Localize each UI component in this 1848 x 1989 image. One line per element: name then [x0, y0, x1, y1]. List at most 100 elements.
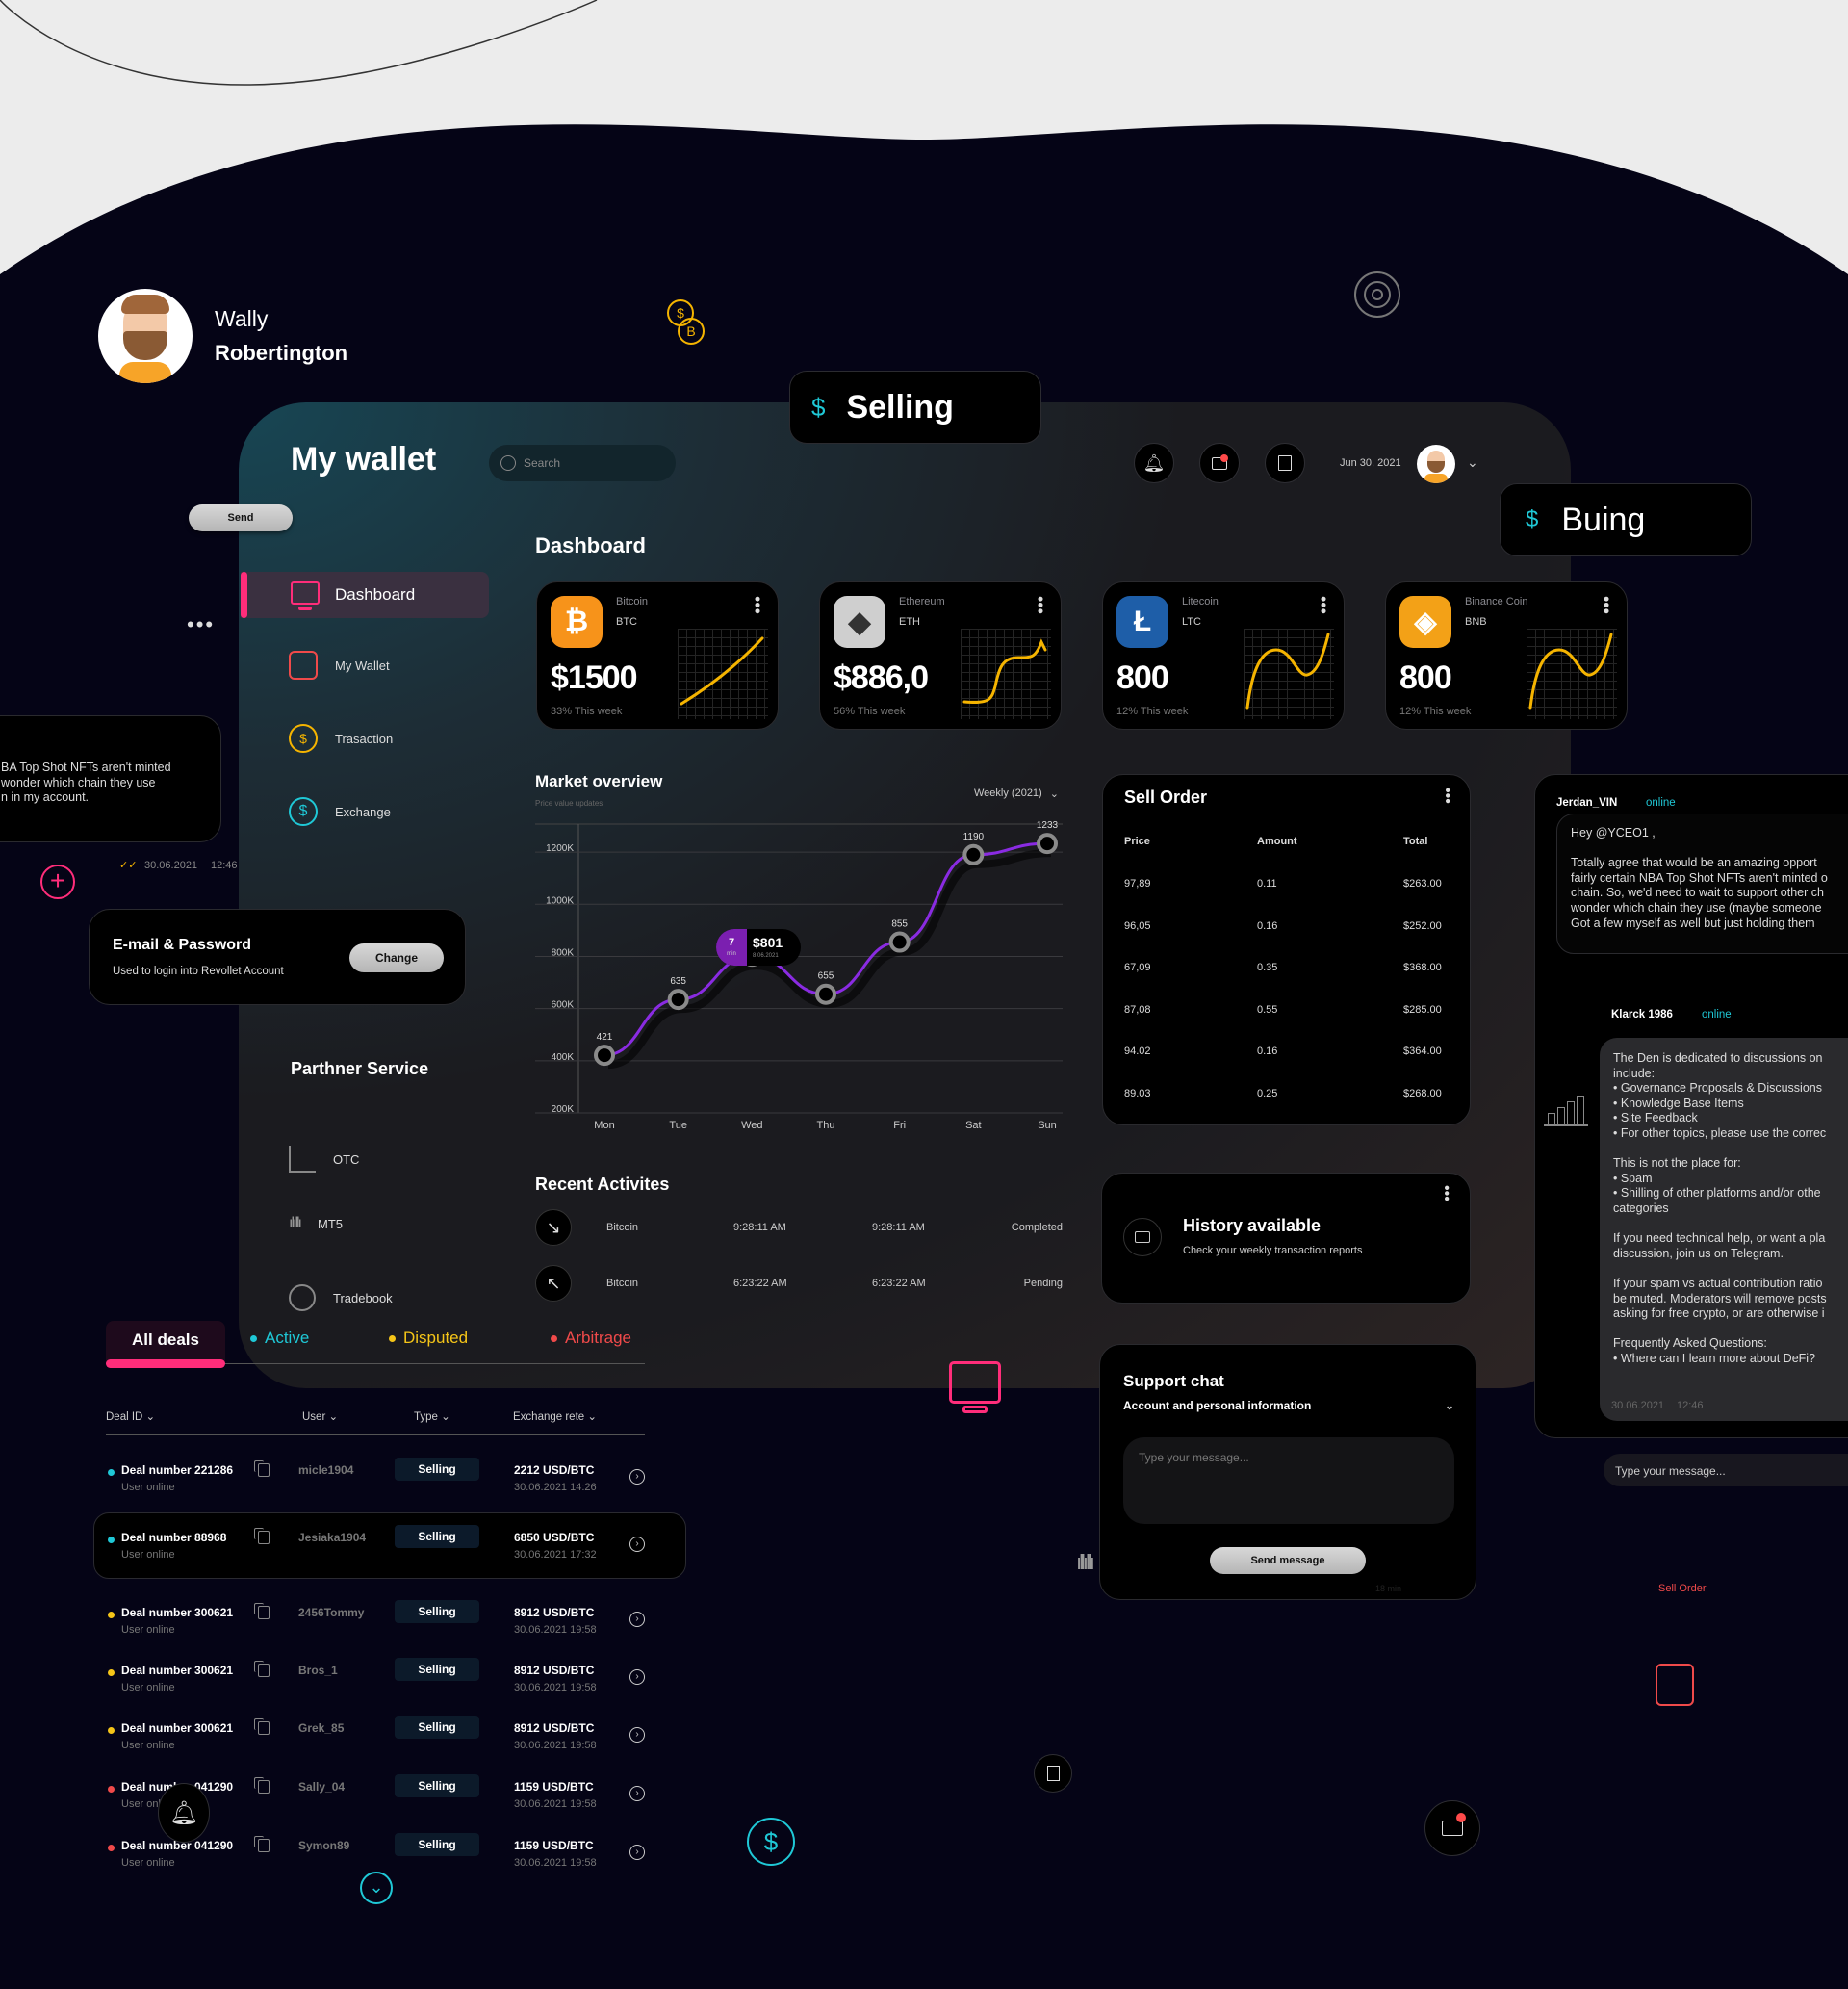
gifts-button[interactable] — [1265, 443, 1305, 483]
dial-icon — [1354, 271, 1400, 318]
amount: 0.11 — [1257, 878, 1277, 890]
deal-row[interactable]: Deal number 300621 User online Grek_85 S… — [106, 1716, 645, 1779]
data-label: 1190 — [963, 832, 985, 842]
support-title: Support chat — [1123, 1372, 1224, 1390]
chevron-right-icon[interactable]: › — [629, 1612, 645, 1627]
chevron-right-icon[interactable]: › — [629, 1669, 645, 1685]
deal-row[interactable]: Deal number 300621 User online Bros_1 Se… — [106, 1658, 645, 1721]
deal-row[interactable]: Deal number 221286 User online micle1904… — [106, 1458, 645, 1521]
activity-row[interactable]: ↖ Bitcoin 6:23:22 AM 6:23:22 AM Pending — [535, 1265, 1063, 1304]
chat-date: 30.06.2021 — [1611, 1400, 1665, 1411]
gift-float-button[interactable] — [1034, 1754, 1072, 1793]
deal-type-badge: Selling — [395, 1658, 479, 1681]
sparkline-path — [680, 636, 764, 706]
sell-order-link[interactable]: Sell Order — [1658, 1583, 1707, 1594]
scroll-down-button[interactable]: ⌄ — [360, 1872, 393, 1904]
send-message-button[interactable]: Send message — [1210, 1547, 1366, 1574]
deals-tab-all-deals[interactable]: All deals — [106, 1321, 225, 1363]
header-avatar[interactable] — [1417, 445, 1455, 483]
messages-button[interactable] — [1199, 443, 1240, 483]
column-header-0[interactable]: Deal ID ⌄ — [106, 1409, 155, 1423]
add-circle-button[interactable]: + — [40, 865, 75, 899]
sell-order-menu-icon[interactable]: ••• — [1439, 788, 1455, 804]
sidebar-item-my-wallet[interactable]: My Wallet — [289, 651, 390, 680]
deal-type-badge: Selling — [395, 1774, 479, 1797]
change-button[interactable]: Change — [349, 943, 444, 972]
coin-menu-icon[interactable]: ••• — [748, 596, 767, 614]
soundwave-icon: ıllıllı — [1076, 1550, 1095, 1574]
partner-item-tradebook[interactable]: Tradebook — [289, 1284, 393, 1311]
more-dots-icon[interactable]: ••• — [187, 612, 215, 637]
gift-icon — [1278, 455, 1292, 471]
eth-logo-icon: ◆ — [834, 596, 886, 648]
column-header-3[interactable]: Exchange rete ⌄ — [513, 1409, 597, 1423]
history-card[interactable]: History available Check your weekly tran… — [1101, 1173, 1471, 1304]
deal-type-badge: Selling — [395, 1716, 479, 1739]
support-message-input[interactable]: Type your message... — [1123, 1437, 1454, 1524]
sidebar-item-dashboard[interactable]: Dashboard — [241, 572, 489, 618]
sidebar-item-exchange[interactable]: $ Exchange — [289, 797, 391, 826]
notification-bell-float[interactable]: 🔔︎ — [158, 1783, 210, 1843]
copy-icon[interactable] — [254, 1603, 270, 1619]
deal-date: 30.06.2021 19:58 — [514, 1857, 597, 1869]
email-password-card: E-mail & Password Used to login into Rev… — [89, 909, 466, 1005]
copy-icon[interactable] — [254, 1777, 270, 1794]
chevron-right-icon[interactable]: › — [629, 1845, 645, 1860]
coin-name: Binance Coin — [1465, 596, 1528, 607]
chevron-right-icon[interactable]: › — [629, 1469, 645, 1485]
buying-tag[interactable]: $ Buing — [1500, 483, 1752, 556]
deals-tab-disputed[interactable]: Disputed — [389, 1329, 468, 1348]
chat-message-1: Hey @YCEO1 , Totally agree that would be… — [1556, 814, 1848, 954]
chat-float-button[interactable] — [1424, 1800, 1480, 1856]
coin-card-bnb[interactable]: ◈ Binance Coin BNB ••• 800 12% This week — [1385, 581, 1628, 730]
copy-icon[interactable] — [254, 1718, 270, 1735]
deal-id: Deal number 88968 — [121, 1531, 227, 1544]
coin-menu-icon[interactable]: ••• — [1031, 596, 1050, 614]
y-tick-label: 200K — [552, 1104, 575, 1115]
coin-menu-icon[interactable]: ••• — [1597, 596, 1616, 614]
arrow-down-right-icon: ↘ — [535, 1209, 572, 1246]
column-header-1[interactable]: User ⌄ — [302, 1409, 338, 1423]
selling-tag[interactable]: $ Selling — [789, 371, 1041, 444]
copy-icon[interactable] — [254, 1836, 270, 1852]
chevron-right-icon[interactable]: › — [629, 1537, 645, 1552]
notifications-button[interactable]: 🔔︎ — [1134, 443, 1174, 483]
monitor-chart-icon — [947, 1361, 1003, 1417]
chat-input-placeholder: Type your message... — [1615, 1464, 1726, 1478]
deal-row[interactable]: Deal number 88968 User online Jesiaka190… — [106, 1525, 645, 1589]
search-input[interactable]: Search — [489, 445, 676, 481]
partner-item-otc[interactable]: OTC — [289, 1146, 359, 1173]
deal-row[interactable]: Deal number 300621 User online 2456Tommy… — [106, 1600, 645, 1664]
deals-tab-active[interactable]: Active — [250, 1329, 309, 1348]
deal-date: 30.06.2021 19:58 — [514, 1624, 597, 1636]
tooltip-unit: min — [727, 951, 736, 957]
copy-icon[interactable] — [254, 1528, 270, 1544]
sidebar-item-transaction[interactable]: $ Trasaction — [289, 724, 393, 753]
coin-sparkline — [1527, 629, 1617, 719]
chevron-right-icon[interactable]: › — [629, 1727, 645, 1743]
history-menu-icon[interactable]: ••• — [1438, 1185, 1454, 1201]
partner-item-mt5[interactable]: ılıllı MT5 — [289, 1215, 343, 1232]
sidebar-item-label: Exchange — [335, 804, 391, 819]
support-topic-dropdown[interactable]: Account and personal information ⌄ — [1123, 1399, 1454, 1412]
support-chat-card: Support chat Account and personal inform… — [1099, 1344, 1476, 1600]
wallet-icon — [289, 651, 318, 680]
send-button[interactable]: Send — [189, 504, 293, 531]
activity-row[interactable]: ↘ Bitcoin 9:28:11 AM 9:28:11 AM Complete… — [535, 1209, 1063, 1248]
copy-icon[interactable] — [254, 1460, 270, 1477]
copy-icon[interactable] — [254, 1661, 270, 1677]
profile-avatar[interactable] — [98, 289, 192, 383]
deal-user: micle1904 — [298, 1463, 354, 1477]
chat-message-input[interactable]: Type your message... — [1604, 1454, 1848, 1486]
coin-card-eth[interactable]: ◆ Ethereum ETH ••• $886,0 56% This week — [819, 581, 1062, 730]
coin-card-btc[interactable]: ₿ Bitcoin BTC ••• $1500 33% This week — [536, 581, 779, 730]
chevron-right-icon[interactable]: › — [629, 1786, 645, 1801]
deals-tab-arbitrage[interactable]: Arbitrage — [551, 1329, 631, 1348]
column-header-2[interactable]: Type ⌄ — [414, 1409, 450, 1423]
chat-user1: Jerdan_VIN — [1556, 797, 1618, 809]
partner-service-title: Parthner Service — [291, 1059, 429, 1078]
period-dropdown[interactable]: Weekly (2021) ⌄ — [974, 788, 1059, 800]
coin-menu-icon[interactable]: ••• — [1314, 596, 1333, 614]
coin-card-ltc[interactable]: Ł Litecoin LTC ••• 800 12% This week — [1102, 581, 1345, 730]
account-menu-chevron[interactable]: ⌄ — [1467, 454, 1478, 471]
